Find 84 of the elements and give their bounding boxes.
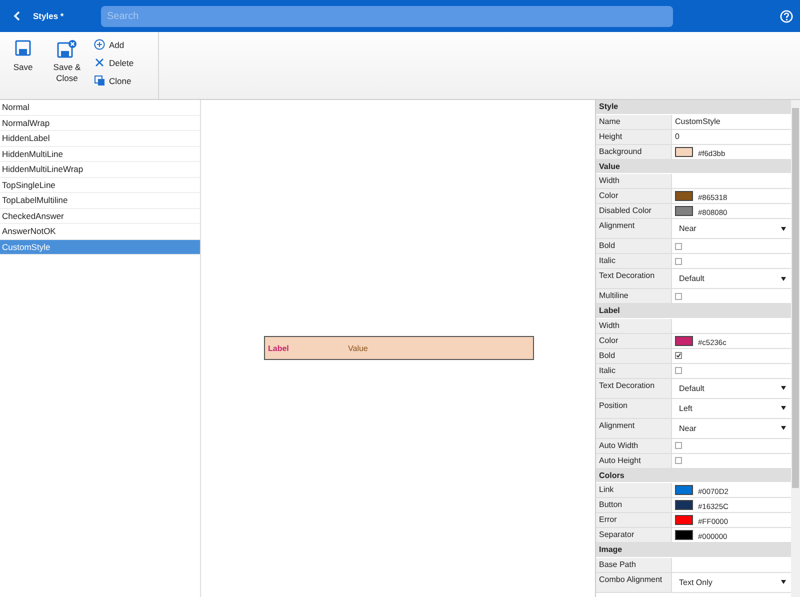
back-icon[interactable]: [13, 11, 21, 21]
property-label: Auto Height: [596, 454, 672, 468]
dropdown[interactable]: Default: [675, 269, 791, 288]
section-header: Label: [596, 304, 791, 318]
property-label: Separator: [596, 528, 672, 542]
property-label: Base Path: [596, 558, 672, 572]
cross-icon: [94, 57, 105, 68]
property-label: Color: [596, 189, 672, 203]
search-field[interactable]: Search: [101, 6, 673, 26]
property-label: Disabled Color: [596, 204, 672, 218]
checkbox[interactable]: [675, 352, 682, 359]
checkbox[interactable]: [675, 242, 682, 250]
property-label: Height: [596, 130, 672, 144]
color-swatch[interactable]: [675, 515, 693, 525]
caret-icon: [781, 226, 786, 230]
preview-label: Label: [267, 344, 290, 352]
property-label: Position: [596, 398, 672, 418]
toolbar-button[interactable]: Add: [94, 38, 134, 51]
property-label: Text Decoration: [596, 378, 672, 398]
color-swatch[interactable]: [675, 336, 693, 346]
preview-value: Value: [348, 344, 368, 352]
style-list-item[interactable]: NormalWrap: [0, 116, 200, 131]
property-label: Button: [596, 498, 672, 512]
color-swatch[interactable]: [675, 146, 693, 156]
property-label: Name: [596, 114, 672, 128]
style-list-item[interactable]: HiddenMultiLineWrap: [0, 162, 200, 178]
checkbox[interactable]: [675, 258, 682, 264]
property-label: Color: [596, 334, 672, 348]
property-label: Error: [596, 513, 672, 527]
style-list-item[interactable]: HiddenLabel: [0, 131, 200, 146]
style-list-item[interactable]: HiddenMultiLine: [0, 146, 200, 162]
dropdown[interactable]: Text Only: [675, 572, 791, 592]
property-value: CustomStyle: [675, 117, 720, 126]
dropdown[interactable]: Near: [675, 418, 791, 438]
property-label: Bold: [596, 348, 672, 362]
dropdown[interactable]: Left: [675, 398, 791, 418]
section-header: Image: [596, 543, 791, 558]
toolbar-button[interactable]: Clone: [94, 74, 134, 87]
caret-icon: [781, 406, 786, 410]
toolbar-button[interactable]: Delete: [94, 56, 134, 69]
floppy-disk-close-icon: [57, 40, 77, 58]
style-list-item[interactable]: TopLabelMultiline: [0, 193, 200, 208]
color-swatch[interactable]: [675, 530, 693, 540]
copy-icon: [94, 75, 105, 86]
color-swatch[interactable]: [675, 191, 693, 201]
color-swatch[interactable]: [675, 485, 693, 495]
dropdown[interactable]: Default: [675, 378, 791, 398]
style-list-item[interactable]: Normal: [0, 100, 200, 116]
caret-icon: [781, 426, 786, 430]
section-header: Value: [596, 160, 791, 174]
caret-icon: [781, 580, 786, 584]
scrollbar[interactable]: [791, 100, 800, 597]
property-label: Auto Width: [596, 438, 672, 452]
toolbar-button[interactable]: Save: [6, 38, 40, 99]
caret-icon: [781, 276, 786, 280]
caret-icon: [781, 386, 786, 390]
toolbar-button[interactable]: Save & Close: [50, 38, 84, 99]
checkbox[interactable]: [675, 367, 682, 374]
property-label: Link: [596, 483, 672, 497]
help-icon[interactable]: [780, 10, 793, 22]
style-list-item[interactable]: TopSingleLine: [0, 178, 200, 193]
property-label: Background: [596, 144, 672, 158]
property-label: Combo Alignment: [596, 572, 672, 592]
property-label: Multiline: [596, 289, 672, 303]
property-label: Italic: [596, 364, 672, 378]
checkbox[interactable]: [675, 292, 682, 300]
plus-circle-icon: [94, 39, 105, 50]
section-header: Colors: [596, 468, 791, 483]
section-header: Style: [596, 100, 791, 114]
dropdown[interactable]: Near: [675, 219, 791, 238]
property-label: Width: [596, 174, 672, 188]
property-label: Italic: [596, 254, 672, 268]
property-label: Alignment: [596, 219, 672, 238]
checkbox[interactable]: [675, 442, 682, 449]
color-swatch[interactable]: [675, 206, 693, 216]
color-swatch[interactable]: [675, 500, 693, 510]
property-label: Text Decoration: [596, 269, 672, 288]
property-value: 0: [675, 132, 680, 141]
checkbox[interactable]: [675, 457, 682, 464]
style-list-item[interactable]: CheckedAnswer: [0, 208, 200, 224]
property-label: Bold: [596, 239, 672, 253]
window-title: Styles *: [33, 11, 65, 21]
property-label: Width: [596, 318, 672, 332]
property-label: Alignment: [596, 418, 672, 438]
